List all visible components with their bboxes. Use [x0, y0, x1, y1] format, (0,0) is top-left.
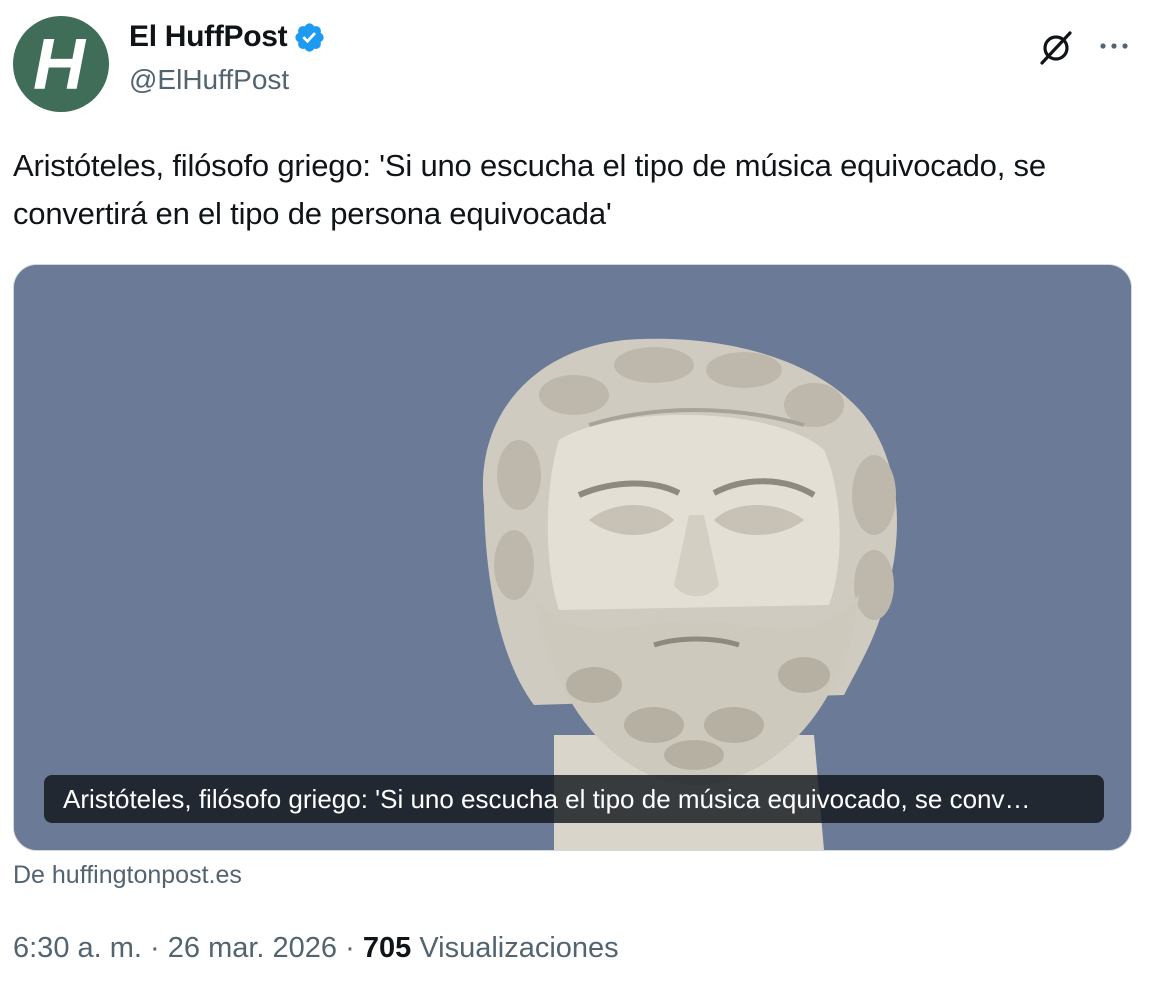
tweet-date[interactable]: 26 mar. 2026	[168, 932, 337, 964]
tweet-text: Aristóteles, filósofo griego: 'Si uno es…	[13, 148, 1046, 231]
grok-icon[interactable]	[1036, 28, 1076, 68]
aristotle-bust-image	[14, 265, 1131, 850]
author-name-row: El HuffPost	[129, 20, 326, 54]
card-caption: Aristóteles, filósofo griego: 'Si uno es…	[44, 775, 1104, 823]
views-label: Visualizaciones	[419, 932, 619, 964]
tweet-meta: 6:30 a. m. · 26 mar. 2026 · 705 Visualiz…	[13, 932, 619, 965]
author-handle[interactable]: @ElHuffPost	[129, 64, 289, 96]
tweet-time[interactable]: 6:30 a. m.	[13, 932, 142, 964]
author-display-name[interactable]: El HuffPost	[129, 20, 288, 54]
avatar-letter: H	[33, 25, 85, 105]
author-avatar[interactable]: H	[13, 16, 109, 112]
link-card[interactable]: Aristóteles, filósofo griego: 'Si uno es…	[13, 264, 1132, 851]
meta-separator: ·	[150, 932, 160, 964]
card-source[interactable]: De huffingtonpost.es	[13, 861, 242, 890]
more-icon[interactable]	[1096, 34, 1132, 58]
meta-separator: ·	[345, 932, 355, 964]
views-count: 705	[362, 932, 412, 964]
verified-badge-icon	[295, 22, 324, 52]
